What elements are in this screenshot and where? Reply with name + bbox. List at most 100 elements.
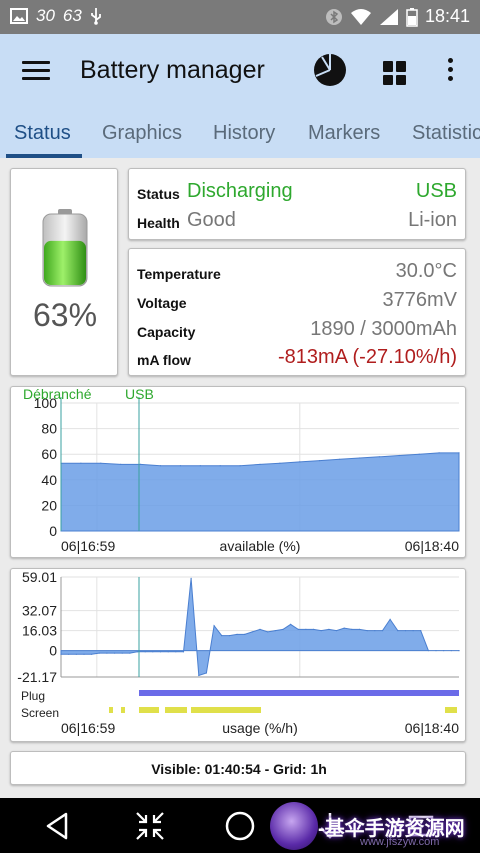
tab-bar: Status Graphics History Markers Statisti…	[0, 110, 480, 158]
data-point	[398, 454, 400, 457]
tab-markers[interactable]: Markers	[308, 122, 380, 145]
more-vert-icon[interactable]	[446, 58, 454, 86]
capacity-value: 1890 / 3000mAh	[310, 318, 457, 340]
maflow-value: -813mA (-27.10%/h)	[278, 346, 457, 368]
data-point	[140, 463, 142, 465]
data-point	[358, 628, 361, 630]
data-point	[80, 462, 82, 464]
status-indicator-2: 63	[62, 6, 82, 25]
tab-status[interactable]: Status	[14, 122, 71, 145]
back-icon[interactable]	[42, 809, 76, 843]
data-point	[239, 465, 241, 467]
data-point	[121, 652, 123, 654]
battery-percent: 63%	[32, 297, 98, 333]
data-point	[381, 630, 384, 632]
marker-label: Débranché	[23, 387, 92, 402]
voltage-value: 3776mV	[382, 289, 458, 311]
data-point	[443, 650, 445, 652]
collapse-icon[interactable]	[133, 809, 167, 843]
data-point	[412, 630, 414, 632]
battery-card[interactable]: 63%	[10, 168, 118, 376]
y-tick-label: 80	[41, 421, 57, 437]
usb-icon	[90, 8, 101, 25]
data-point	[75, 653, 77, 655]
data-point	[320, 630, 322, 632]
usage-chart: 59.01 32.07 16.03 0 -21.17 06|16:59 usage (%/h…	[17, 569, 460, 736]
data-point	[313, 628, 315, 630]
data-point	[179, 465, 181, 467]
data-point	[219, 465, 221, 467]
data-point	[299, 461, 301, 463]
menu-icon[interactable]	[22, 61, 50, 81]
y-tick-label: 0	[49, 643, 57, 659]
data-point	[343, 627, 345, 629]
data-point	[221, 635, 223, 637]
capacity-label: Capacity	[137, 324, 196, 340]
data-point	[438, 452, 440, 454]
maflow-label: mA flow	[137, 352, 191, 368]
data-point	[228, 635, 230, 637]
data-point	[319, 460, 321, 462]
screen-bar	[445, 707, 457, 713]
battery-info-card[interactable]: Temperature 30.0°C Voltage 3776mV Capaci…	[128, 248, 466, 376]
data-point	[397, 630, 399, 632]
data-point	[136, 651, 139, 653]
status-bar: 30 63 18:41	[0, 0, 480, 34]
x-start-label: 06|16:59	[61, 720, 115, 736]
data-point	[244, 633, 246, 635]
data-point	[83, 653, 85, 655]
tab-history[interactable]: History	[213, 122, 275, 145]
data-point	[175, 651, 177, 653]
screen-row-label: Screen	[21, 706, 59, 720]
screen-bar	[139, 707, 159, 713]
data-point	[339, 458, 341, 460]
screen-bar	[165, 707, 187, 713]
screen-bar	[191, 707, 261, 713]
plug-bar	[139, 690, 459, 696]
tab-graphics[interactable]: Graphics	[102, 122, 182, 145]
data-point	[374, 630, 376, 632]
data-point	[213, 625, 215, 627]
data-point	[358, 457, 361, 459]
x-end-label: 06|18:40	[405, 538, 459, 554]
status-indicator-1: 30	[36, 6, 55, 25]
data-point	[60, 653, 62, 655]
data-point	[351, 628, 353, 630]
status-card[interactable]: Status Discharging USB Health Good Li-io…	[128, 168, 466, 240]
data-point	[427, 650, 429, 652]
data-point	[404, 630, 406, 632]
data-point	[144, 651, 146, 653]
y-tick-label: 60	[41, 446, 57, 462]
status-bar-right: 18:41	[325, 6, 470, 27]
data-point	[297, 628, 299, 630]
tab-statistics[interactable]: Statistics	[412, 122, 480, 145]
y-tick-label: 16.03	[22, 623, 57, 639]
signal-icon	[379, 8, 398, 25]
screen-bar	[121, 707, 125, 713]
y-tick-label: 20	[41, 497, 57, 513]
data-point	[335, 630, 338, 632]
data-point	[106, 652, 108, 654]
data-point	[420, 630, 422, 632]
battery-status-icon	[406, 7, 418, 27]
technology-value: Li-ion	[408, 209, 457, 231]
grid-icon[interactable]	[383, 61, 407, 85]
y-tick-label: 59.01	[22, 569, 57, 585]
level-chart-card[interactable]: 100 80 60 40 20 0 06|16:59 available (%) 06|18:4…	[10, 386, 466, 558]
voltage-label: Voltage	[137, 295, 187, 311]
x-end-label: 06|18:40	[405, 720, 459, 736]
home-icon[interactable]	[223, 809, 257, 843]
data-point	[98, 652, 100, 654]
data-point	[450, 650, 452, 652]
data-point	[152, 651, 154, 653]
x-start-label: 06|16:59	[61, 538, 115, 554]
y-tick-label: 0	[49, 523, 57, 539]
data-point	[458, 452, 460, 454]
x-axis-title: available (%)	[220, 538, 301, 554]
usage-chart-card[interactable]: 59.01 32.07 16.03 0 -21.17 06|16:59 usage (%/h…	[10, 568, 466, 742]
series-area	[60, 578, 460, 677]
status-label: Status	[137, 186, 180, 202]
data-point	[290, 623, 292, 625]
graph-info-bar[interactable]: Visible: 01:40:54 - Grid: 1h	[10, 751, 466, 785]
pie-chart-icon[interactable]	[312, 52, 348, 88]
